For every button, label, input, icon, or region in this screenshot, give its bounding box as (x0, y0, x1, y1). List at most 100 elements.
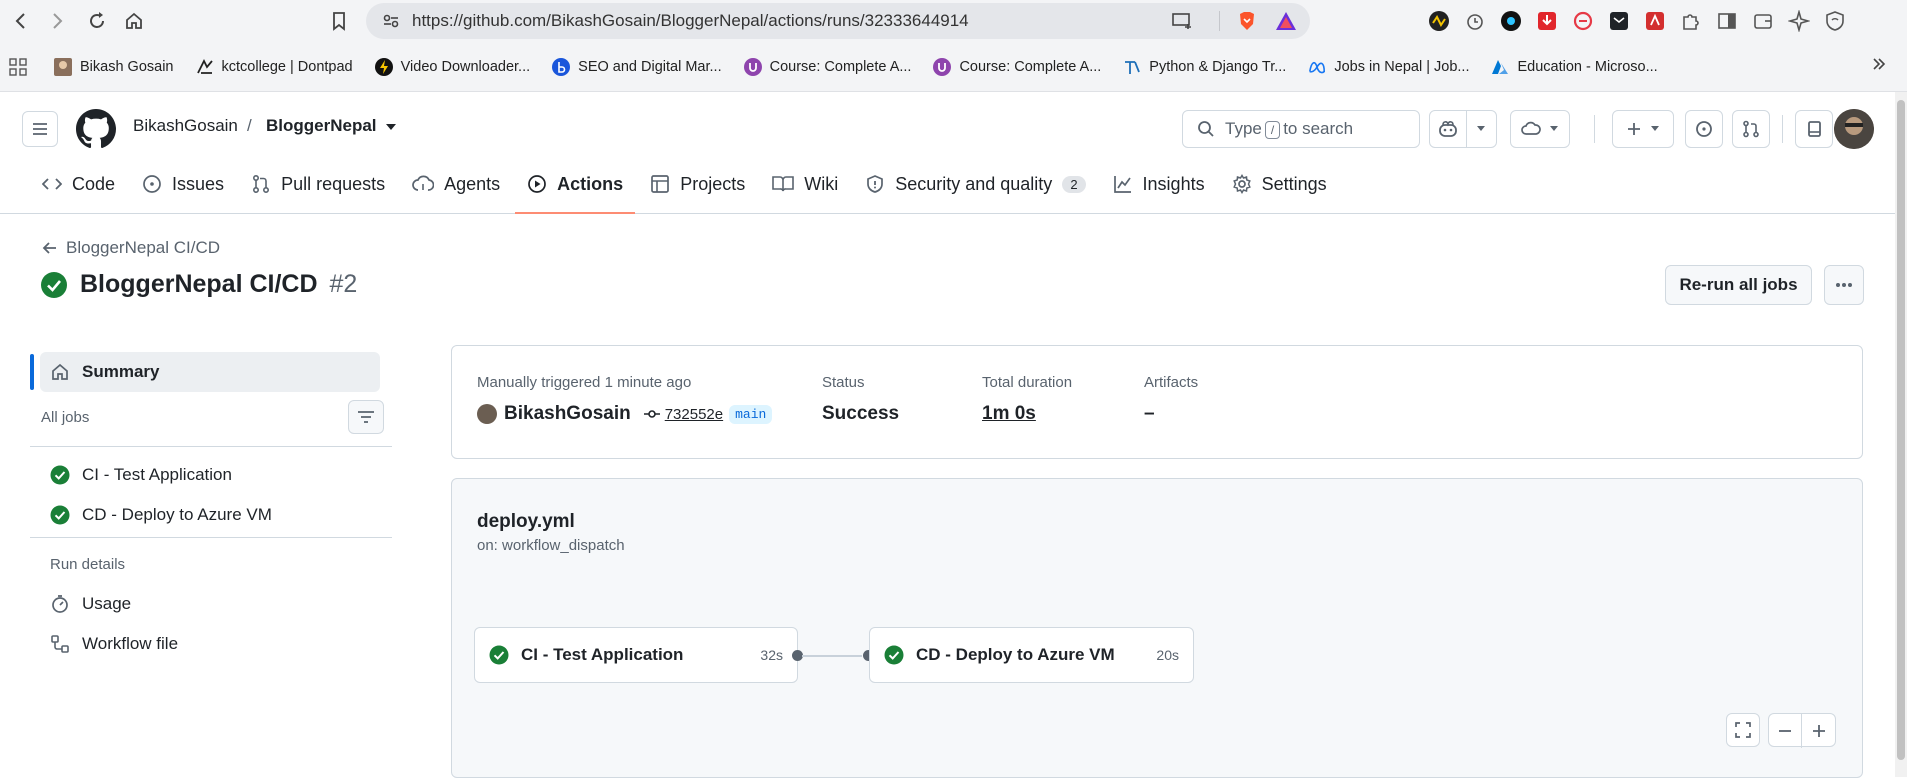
fullscreen-button[interactable] (1726, 713, 1760, 747)
gear-icon (1232, 174, 1252, 194)
page-scrollbar[interactable] (1895, 92, 1907, 777)
apps-grid-icon[interactable] (8, 57, 28, 77)
home-icon[interactable] (117, 4, 151, 38)
sidebar-toggle-icon[interactable] (1712, 4, 1742, 38)
cloud-icon (1521, 121, 1541, 137)
extension-wave-icon[interactable] (1424, 4, 1454, 38)
actor-link[interactable]: BikashGosain (504, 403, 631, 425)
rerun-all-jobs-button[interactable]: Re-run all jobs (1665, 265, 1812, 305)
pull-request-icon (251, 174, 271, 194)
job-node-ci[interactable]: CI - Test Application 32s (474, 627, 798, 683)
bookmark-item[interactable]: Education - Microso... (1491, 58, 1658, 76)
owner-link[interactable]: BikashGosain (133, 116, 238, 136)
issue-icon (1695, 120, 1713, 138)
tab-projects[interactable]: Projects (638, 164, 757, 204)
inbox-icon (1805, 120, 1823, 138)
security-alert-count: 2 (1062, 175, 1086, 193)
avatar[interactable] (1834, 109, 1874, 149)
course-icon (743, 58, 762, 76)
filter-jobs-button[interactable] (348, 400, 384, 434)
sidebar-item-usage[interactable]: Usage (30, 584, 392, 624)
site-settings-icon[interactable] (374, 3, 408, 39)
duration-value[interactable]: 1m 0s (982, 403, 1072, 425)
pdf-extension-icon[interactable] (1640, 4, 1670, 38)
bookmark-icon[interactable] (322, 4, 356, 38)
back-to-workflow-link[interactable]: BloggerNepal CI/CD (42, 238, 220, 258)
repo-nav-tabs: Code Issues Pull requests Agents Actions… (0, 164, 1342, 214)
zoom-in-button[interactable] (1802, 714, 1835, 748)
job-node-cd[interactable]: CD - Deploy to Azure VM 20s (869, 627, 1194, 683)
tab-settings[interactable]: Settings (1220, 164, 1339, 204)
extensions-puzzle-icon[interactable] (1676, 4, 1706, 38)
tab-agents[interactable]: Agents (400, 164, 512, 204)
copilot-dropdown-caret-icon[interactable] (1467, 111, 1496, 147)
codespaces-caret-icon (1549, 125, 1559, 133)
branch-badge[interactable]: main (729, 404, 773, 424)
agents-icon (412, 175, 435, 193)
more-options-button[interactable] (1824, 265, 1864, 305)
duration-info: Total duration 1m 0s (982, 374, 1072, 425)
extensions-bar (1424, 4, 1850, 38)
arrow-left-icon (42, 240, 58, 256)
wallet-icon[interactable] (1748, 4, 1778, 38)
workflow-file-name: deploy.yml (477, 511, 575, 532)
tab-actions[interactable]: Actions (515, 164, 636, 214)
address-bar-divider (1219, 11, 1220, 31)
commit-link[interactable]: 732552e (643, 406, 723, 423)
notifications-button[interactable] (1795, 110, 1833, 148)
tab-issues[interactable]: Issues (130, 164, 236, 204)
bookmark-item[interactable]: Course: Complete A... (743, 58, 911, 76)
sidebar-job-cd[interactable]: CD - Deploy to Azure VM (30, 495, 392, 535)
bookmark-item[interactable]: Jobs in Nepal | Job... (1308, 58, 1469, 76)
scrollbar-thumb[interactable] (1897, 100, 1905, 760)
browser-toolbar (0, 0, 1907, 42)
sidebar-item-workflow-file[interactable]: Workflow file (30, 624, 392, 664)
search-input[interactable]: Type / to search (1182, 110, 1420, 148)
course-icon (933, 58, 952, 76)
url-input[interactable] (412, 3, 1112, 39)
repo-link[interactable]: BloggerNepal (266, 116, 377, 136)
brave-rewards-icon[interactable] (1274, 10, 1298, 32)
bookmark-item[interactable]: Video Downloader... (374, 58, 530, 76)
brave-shields-icon[interactable] (1236, 10, 1258, 32)
tab-wiki[interactable]: Wiki (760, 164, 850, 204)
tab-security[interactable]: Security and quality 2 (853, 164, 1097, 204)
repo-dropdown-caret-icon[interactable] (385, 122, 397, 132)
cast-icon[interactable] (1164, 3, 1200, 39)
actor-row: BikashGosain 732552e main (477, 403, 773, 425)
address-bar[interactable] (366, 3, 1310, 39)
reload-icon[interactable] (80, 4, 114, 38)
bookmark-item[interactable]: Bikash Gosain (54, 58, 174, 76)
copilot-icon[interactable] (1430, 111, 1467, 147)
bookmark-item[interactable]: SEO and Digital Mar... (552, 58, 722, 76)
sidebar-item-summary[interactable]: Summary (30, 352, 380, 392)
download-extension-icon[interactable] (1532, 4, 1562, 38)
vpn-shield-icon[interactable] (1820, 4, 1850, 38)
sidebar-job-ci[interactable]: CI - Test Application (30, 455, 392, 495)
tab-code[interactable]: Code (30, 164, 127, 204)
bookmark-item[interactable]: kctcollege | Dontpad (196, 58, 353, 76)
forward-arrow-icon[interactable] (40, 4, 74, 38)
back-arrow-icon[interactable] (4, 4, 38, 38)
extension-eye-icon[interactable] (1496, 4, 1526, 38)
tab-pull-requests[interactable]: Pull requests (239, 164, 397, 204)
extension-swirl-icon[interactable] (1568, 4, 1598, 38)
issues-nav-button[interactable] (1685, 110, 1723, 148)
hamburger-menu-button[interactable] (22, 111, 58, 147)
workflow-icon (50, 634, 70, 654)
leo-ai-icon[interactable] (1784, 4, 1814, 38)
codespaces-button[interactable] (1510, 110, 1570, 148)
alarm-clock-icon[interactable] (1460, 4, 1490, 38)
bookmark-item[interactable]: Course: Complete A... (933, 58, 1101, 76)
tab-insights[interactable]: Insights (1101, 164, 1217, 204)
chevron-double-right-icon[interactable] (1871, 56, 1887, 72)
github-logo-icon[interactable] (76, 109, 116, 149)
check-circle-icon (50, 465, 70, 485)
extension-dark-icon[interactable] (1604, 4, 1634, 38)
bookmark-item[interactable]: Python & Django Tr... (1123, 58, 1286, 76)
code-icon (42, 175, 62, 193)
pull-requests-nav-button[interactable] (1732, 110, 1770, 148)
zoom-out-button[interactable] (1769, 714, 1803, 748)
create-new-button[interactable] (1612, 110, 1674, 148)
kebab-horizontal-icon (1835, 282, 1853, 288)
